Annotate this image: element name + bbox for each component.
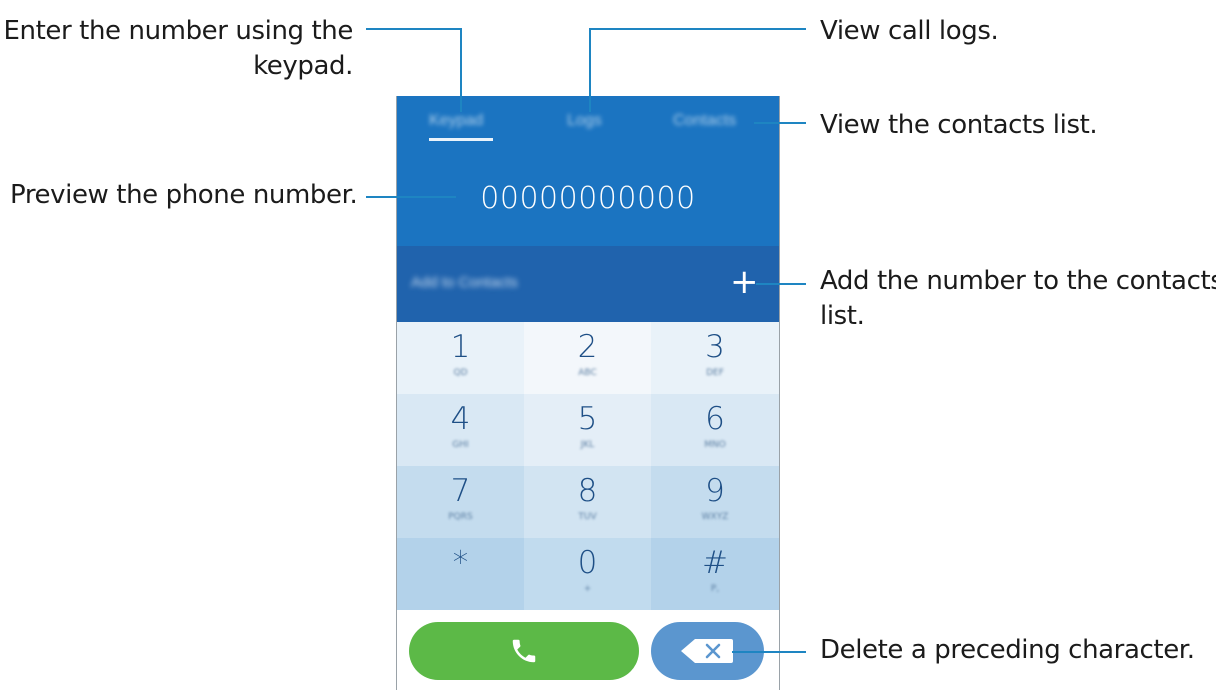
key-digit: 0	[577, 545, 598, 581]
key-letters: P,	[710, 584, 720, 594]
key-digit: 9	[705, 473, 725, 509]
callout-add-line2: list.	[820, 301, 865, 331]
key-8[interactable]: 8 TUV	[524, 466, 651, 538]
tab-logs[interactable]: Logs	[567, 112, 602, 138]
callout-keypad: Enter the number using the keypad.	[4, 14, 354, 84]
key-letters: +	[583, 584, 592, 594]
callout-preview: Preview the phone number.	[10, 180, 358, 210]
key-6[interactable]: 6 MNO	[651, 394, 779, 466]
key-digit: 7	[450, 473, 471, 509]
leader-keypad-v	[460, 28, 462, 112]
phone-icon	[512, 639, 536, 663]
key-5[interactable]: 5 JKL	[524, 394, 651, 466]
key-0[interactable]: 0 +	[524, 538, 651, 610]
key-letters: WXYZ	[701, 512, 729, 522]
leader-add	[756, 283, 806, 285]
callout-delete: Delete a preceding character.	[820, 635, 1195, 665]
key-letters: DEF	[706, 368, 724, 378]
tab-bar: Keypad Logs Contacts	[397, 96, 779, 158]
key-1[interactable]: 1 QD	[397, 322, 524, 394]
leader-contacts	[754, 122, 806, 124]
tab-keypad-indicator	[429, 138, 493, 141]
callout-keypad-line2: keypad.	[253, 51, 353, 81]
key-letters: JKL	[580, 440, 595, 450]
key-letters: QD	[453, 368, 468, 378]
leader-delete	[732, 651, 806, 653]
key-letters: TUV	[578, 512, 597, 522]
call-button[interactable]	[409, 622, 639, 680]
dialer-header: Keypad Logs Contacts 00000000000 Add to …	[397, 96, 779, 322]
key-letters: MNO	[704, 440, 726, 450]
key-2[interactable]: 2 ABC	[524, 322, 651, 394]
key-9[interactable]: 9 WXYZ	[651, 466, 779, 538]
key-letters: PQRS	[448, 512, 473, 522]
callout-logs: View call logs.	[820, 16, 999, 46]
key-digit: 3	[705, 329, 725, 365]
callout-contacts: View the contacts list.	[820, 110, 1098, 140]
key-4[interactable]: 4 GHI	[397, 394, 524, 466]
key-3[interactable]: 3 DEF	[651, 322, 779, 394]
leader-preview	[366, 196, 456, 198]
key-digit: 4	[450, 401, 471, 437]
key-letters: ABC	[578, 368, 597, 378]
leader-logs-h	[589, 28, 806, 30]
add-contact-icon[interactable]: +	[730, 262, 759, 302]
key-letters: GHI	[452, 440, 469, 450]
key-7[interactable]: 7 PQRS	[397, 466, 524, 538]
leader-logs-v	[589, 28, 591, 112]
leader-keypad-h	[366, 28, 462, 30]
action-bar	[397, 610, 779, 690]
callout-keypad-line1: Enter the number using the	[3, 16, 354, 46]
key-digit: 6	[705, 401, 725, 437]
key-digit: #	[702, 545, 728, 581]
add-to-contacts-row[interactable]: Add to Contacts +	[397, 246, 779, 322]
key-hash[interactable]: # P,	[651, 538, 779, 610]
callout-add: Add the number to the contacts list.	[820, 264, 1216, 334]
phone-screen: Keypad Logs Contacts 00000000000 Add to …	[397, 96, 779, 690]
key-digit: 1	[450, 329, 471, 365]
key-digit: 5	[577, 401, 598, 437]
key-digit: 8	[577, 473, 598, 509]
number-preview: 00000000000	[480, 181, 696, 216]
key-star[interactable]: *	[397, 538, 524, 610]
key-digit: 2	[577, 329, 598, 365]
add-to-contacts-label: Add to Contacts	[411, 274, 518, 291]
tab-keypad[interactable]: Keypad	[429, 112, 483, 138]
key-digit: *	[452, 545, 469, 581]
callout-add-line1: Add the number to the contacts	[820, 266, 1216, 296]
tab-contacts[interactable]: Contacts	[673, 112, 736, 138]
backspace-icon	[681, 639, 733, 663]
keypad: 1 QD 2 ABC 3 DEF 4 GHI 5 JKL 6 MNO 7 PQRS 8 TUV …	[397, 322, 779, 610]
